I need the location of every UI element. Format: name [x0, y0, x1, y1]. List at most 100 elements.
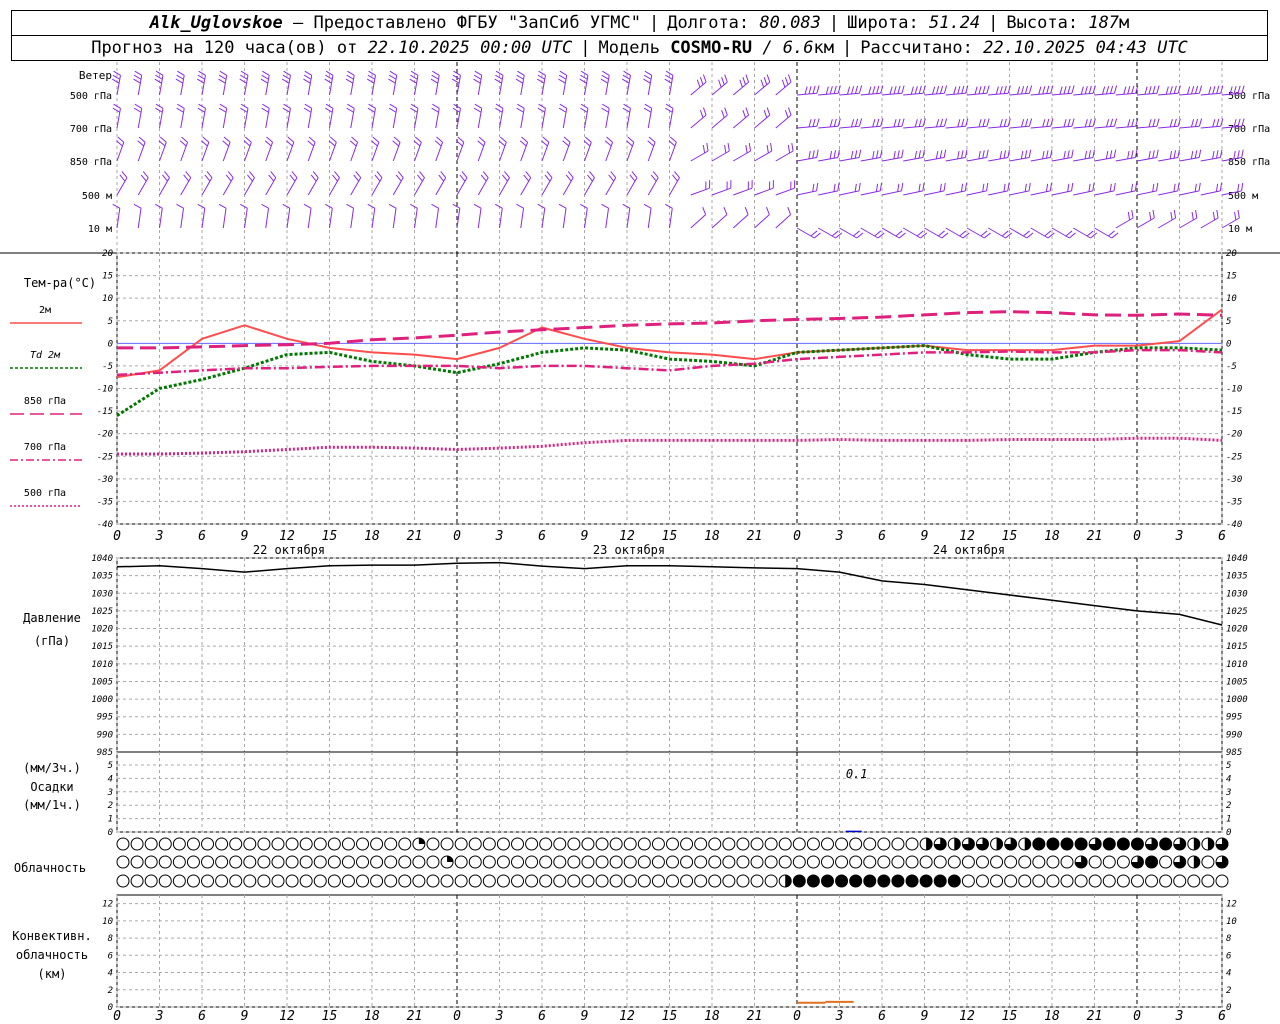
wind-barb-flag: [334, 171, 340, 178]
cloud-cover-circle: [1173, 874, 1187, 888]
wind-barb-flag: [943, 182, 946, 191]
cloud-cover-fill: [1193, 838, 1200, 850]
wind-barb-shaft: [392, 142, 401, 162]
precip-ytick-left: 5: [108, 761, 113, 771]
day-label: 22 октября: [253, 543, 325, 557]
wind-barb-flag: [850, 150, 854, 160]
cloud-cover-circle: [806, 837, 820, 851]
cloud-cover-circle: [243, 837, 257, 851]
wind-barb-flag: [763, 76, 768, 85]
conv-xtick: 21: [1087, 1009, 1103, 1024]
wind-barb-flag: [702, 74, 707, 83]
wind-barb-flag: [854, 118, 859, 127]
wind-barb-flag: [536, 78, 545, 84]
wind-barb-flag: [478, 136, 486, 143]
wind-barb-flag: [1046, 150, 1049, 159]
wind-barb-flag: [176, 203, 184, 209]
wind-barb-shaft: [1030, 227, 1049, 239]
wind-barb-flag: [837, 118, 841, 127]
cloud-cover-circle: [370, 855, 384, 869]
wind-barb-shaft: [371, 142, 380, 162]
wind-barb: [988, 149, 1010, 162]
wind-barb-flag: [112, 203, 121, 209]
wind-barb: [1179, 210, 1198, 229]
cloud-cover-circle: [398, 855, 412, 869]
wind-barb-flag: [765, 206, 770, 215]
wind-barb: [775, 180, 796, 196]
wind-barb-flag: [116, 140, 123, 147]
wind-barb: [643, 70, 653, 96]
conv-xtick: 3: [495, 1009, 504, 1024]
wind-barb-flag: [304, 103, 312, 109]
wind-barb-shaft: [881, 157, 902, 162]
wind-barb-flag: [610, 171, 617, 178]
wind-barb: [541, 171, 553, 196]
cloud-cover-circle: [327, 837, 341, 851]
cloud-cover-circle: [426, 837, 440, 851]
cloud-cover-circle: [1145, 855, 1159, 869]
cloud-cover-circle: [482, 874, 496, 888]
wind-barb: [881, 118, 905, 129]
cloud-cover-circle: [750, 855, 764, 869]
cloud-cover-fill: [418, 838, 425, 844]
cloud-cover-circle: [708, 874, 722, 888]
temp-ytick-left: -30: [97, 475, 113, 485]
wind-barb-flag: [742, 109, 746, 118]
wind-barb-shaft: [1136, 190, 1157, 196]
wind-barb-flag: [1152, 183, 1155, 192]
wind-barb-shaft: [1073, 227, 1091, 239]
wind-barb-shaft: [562, 177, 574, 196]
wind-barb: [111, 70, 121, 96]
wind-barb-flag: [559, 103, 567, 109]
wind-barb-flag: [580, 203, 588, 209]
wind-barb-shaft: [350, 208, 355, 229]
cloud-cover-circle: [229, 874, 243, 888]
wind-barb: [435, 171, 447, 196]
wind-barb-flag: [516, 107, 524, 113]
wind-barb-flag: [702, 107, 707, 116]
wind-barb-shaft: [818, 190, 838, 196]
cloud-cover-circle: [806, 855, 820, 869]
cloud-cover-circle: [257, 855, 271, 869]
wind-barb-flag: [559, 70, 567, 76]
wind-barb: [664, 70, 674, 96]
wind-barb-flag: [206, 171, 213, 178]
wind-barb-flag: [744, 206, 749, 215]
wind-barb-shaft: [307, 208, 312, 229]
wind-barb: [1030, 85, 1054, 96]
temp-ytick-right: -30: [1226, 475, 1242, 485]
cloud-cover-circle: [553, 874, 567, 888]
wind-barb-flag: [218, 203, 227, 209]
wind-barb-shaft: [647, 177, 659, 196]
cloud-cover-circle: [1046, 855, 1060, 869]
wind-barb-flag: [1113, 149, 1117, 158]
wind-barb: [966, 149, 989, 162]
wind-barb-flag: [155, 203, 163, 209]
wind-barb: [903, 85, 926, 96]
cloud-cover-circle: [243, 855, 257, 869]
wind-barb: [601, 203, 610, 229]
wind-barb-flag: [893, 119, 897, 128]
wind-barb-flag: [643, 78, 651, 84]
cloud-cover-circle: [271, 837, 285, 851]
wind-barb-shaft: [669, 177, 680, 196]
wind-barb-flag: [164, 171, 170, 178]
cloud-cover-circle: [637, 855, 651, 869]
wind-barb-flag: [158, 140, 166, 147]
wind-barb-flag: [584, 136, 592, 143]
wind-barb-flag: [980, 230, 988, 237]
wind-barb-shaft: [265, 177, 277, 196]
wind-barb-flag: [918, 150, 921, 159]
precip-ytick-left: 0: [108, 828, 113, 838]
wind-barb: [711, 180, 732, 196]
wind-barb: [605, 171, 617, 196]
wind-barb-flag: [1113, 118, 1118, 127]
cloud-cover-circle: [299, 837, 313, 851]
wind-barb-flag: [982, 150, 985, 159]
cloud-cover-circle: [567, 837, 581, 851]
wind-barb-shaft: [1030, 190, 1051, 196]
cloud-cover-circle: [863, 837, 877, 851]
wind-barb: [966, 118, 990, 129]
wind-barb-flag: [644, 70, 652, 76]
wind-barb-shaft: [775, 150, 794, 162]
